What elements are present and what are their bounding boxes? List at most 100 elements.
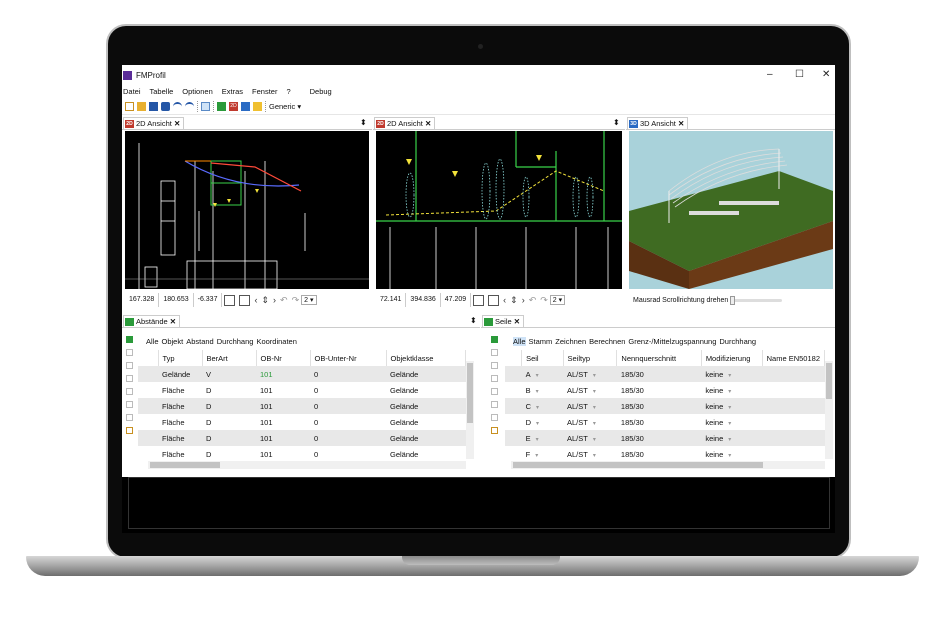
cell-typ[interactable]: Gelände	[158, 366, 202, 382]
close-tab-icon[interactable]: ✕	[174, 119, 180, 128]
chevron-down-icon[interactable]: ▾	[723, 373, 736, 379]
filter-stamm[interactable]: Stamm	[529, 337, 553, 346]
close-tab-icon[interactable]: ✕	[170, 317, 176, 326]
redo-icon[interactable]	[490, 362, 498, 369]
cell-berart[interactable]: D	[202, 430, 256, 446]
table-row[interactable]: Gelände V 101 0 Gelände	[138, 366, 466, 382]
filter-objekt[interactable]: Objekt	[162, 337, 184, 346]
cell-typ[interactable]: Fläche	[158, 430, 202, 446]
menu-debug[interactable]: Debug	[310, 87, 332, 99]
paste-icon[interactable]	[490, 401, 498, 408]
slider-thumb[interactable]	[730, 295, 736, 305]
pan-right-icon[interactable]: ›	[271, 295, 278, 305]
maximize-button[interactable]: ☐	[795, 69, 804, 80]
cell-modifizierung[interactable]: keine ▾	[701, 414, 762, 430]
cell-berart[interactable]: D	[202, 398, 256, 414]
filter-alle[interactable]: Alle	[513, 336, 526, 346]
cell-modifizierung[interactable]: keine ▾	[701, 446, 762, 462]
column-header[interactable]: OB-Unter-Nr	[310, 350, 387, 366]
new-icon[interactable]	[125, 102, 134, 111]
menu-extras[interactable]: Extras	[222, 87, 243, 99]
column-header[interactable]: Name EN50182	[762, 350, 826, 366]
table-row[interactable]: C ▾ AL/ST ▾ 185/30 keine ▾	[505, 398, 825, 414]
cell-typ[interactable]: Fläche	[158, 382, 202, 398]
pin-icon[interactable]: ⬍	[613, 118, 620, 127]
cell-berart[interactable]: D	[202, 414, 256, 430]
table-icon[interactable]	[217, 102, 226, 111]
cell-typ[interactable]: Fläche	[158, 446, 202, 462]
cell-nennquerschnitt[interactable]: 185/30	[616, 430, 702, 446]
column-header[interactable]: BerArt	[202, 350, 257, 366]
chevron-down-icon[interactable]: ▾	[588, 405, 601, 411]
menu-fenster[interactable]: Fenster	[252, 87, 277, 99]
cell-ob-unter-nr[interactable]: 0	[310, 446, 386, 462]
table-row[interactable]: Fläche D 101 0 Gelände	[138, 414, 466, 430]
cell-seiltyp[interactable]: AL/ST ▾	[563, 446, 617, 462]
cell-modifizierung[interactable]: keine ▾	[701, 430, 763, 446]
column-header[interactable]: Typ	[158, 350, 203, 366]
cell-objektklasse[interactable]: Gelände	[386, 414, 466, 430]
pin-icon[interactable]: ⬍	[360, 118, 367, 127]
undo-icon[interactable]	[173, 102, 182, 111]
cell-ob-nr[interactable]: 101	[256, 446, 310, 462]
profile-canvas-2d[interactable]	[125, 131, 369, 289]
cell-seil[interactable]: A ▾	[521, 366, 563, 382]
pan-left-icon[interactable]: ‹	[252, 295, 259, 305]
cell-seiltyp[interactable]: AL/ST ▾	[563, 398, 617, 414]
table-row[interactable]: Fläche D 101 0 Gelände	[138, 382, 466, 398]
chevron-down-icon[interactable]: ▾	[588, 389, 601, 395]
column-header[interactable]: Seil	[521, 350, 564, 366]
table-row[interactable]: D ▾ AL/ST ▾ 185/30 keine ▾	[505, 414, 825, 430]
cell-nennquerschnitt[interactable]: 185/30	[617, 446, 701, 462]
chevron-down-icon[interactable]: ▾	[531, 405, 544, 411]
tab-2d-ansicht-1[interactable]: 2D 2D Ansicht ✕	[123, 117, 185, 129]
copy-icon[interactable]	[125, 388, 133, 395]
clipboard-icon[interactable]	[201, 102, 210, 111]
table-row[interactable]: F ▾ AL/ST ▾ 185/30 keine ▾	[505, 446, 825, 462]
2d-view-icon[interactable]: 2D	[229, 102, 238, 111]
print-icon[interactable]	[161, 102, 170, 111]
filter-durchhang[interactable]: Durchhang	[217, 337, 254, 346]
chevron-down-icon[interactable]: ▾	[723, 453, 736, 459]
delete-icon[interactable]	[490, 414, 498, 421]
undo-icon[interactable]	[490, 349, 498, 356]
cut-icon[interactable]	[125, 375, 133, 382]
filter-durchhang[interactable]: Durchhang	[719, 337, 756, 346]
cell-modifizierung[interactable]: keine ▾	[701, 382, 762, 398]
cell-berart[interactable]: D	[202, 382, 256, 398]
pan-vertical-icon[interactable]: ⇕	[259, 295, 271, 306]
filter-grenz-mittelzugspannung[interactable]: Grenz-/Mittelzugspannung	[628, 337, 716, 346]
cell-seil[interactable]: D ▾	[522, 414, 563, 430]
cell-nennquerschnitt[interactable]: 185/30	[616, 366, 702, 382]
document-icon[interactable]	[253, 102, 262, 111]
rotation-slider[interactable]	[730, 295, 783, 305]
scroll-thumb[interactable]	[150, 462, 220, 468]
scroll-thumb[interactable]	[826, 363, 832, 399]
chevron-down-icon[interactable]: ▾	[531, 373, 544, 379]
redo-view-icon[interactable]: ↷	[290, 295, 302, 306]
save-icon[interactable]	[149, 102, 158, 111]
redo-view-icon[interactable]: ↷	[538, 295, 550, 306]
close-button[interactable]: ✕	[822, 69, 830, 80]
menu-help[interactable]: ?	[286, 87, 290, 99]
cell-modifizierung[interactable]: keine ▾	[701, 398, 763, 414]
undo-icon[interactable]	[125, 349, 133, 356]
zoom-level-dropdown[interactable]: 2 ▾	[549, 295, 566, 305]
scroll-thumb[interactable]	[467, 363, 473, 423]
cell-ob-unter-nr[interactable]: 0	[310, 398, 386, 414]
cell-seiltyp[interactable]: AL/ST ▾	[563, 382, 617, 398]
pin-icon[interactable]: ⬍	[470, 316, 477, 325]
column-header[interactable]: Nennquerschnitt	[616, 350, 702, 366]
paste-icon[interactable]	[125, 401, 133, 408]
column-header[interactable]: Seiltyp	[563, 350, 618, 366]
minimize-button[interactable]: –	[767, 69, 773, 80]
cell-typ[interactable]: Fläche	[158, 398, 202, 414]
filter-alle[interactable]: Alle	[146, 337, 159, 346]
redo-icon[interactable]	[125, 362, 133, 369]
cell-nennquerschnitt[interactable]: 185/30	[617, 414, 701, 430]
cell-seil[interactable]: C ▾	[521, 398, 563, 414]
cell-ob-unter-nr[interactable]: 0	[310, 366, 386, 382]
cell-objektklasse[interactable]: Gelände	[386, 382, 466, 398]
cell-ob-unter-nr[interactable]: 0	[310, 430, 386, 446]
3d-view-icon[interactable]	[241, 102, 250, 111]
